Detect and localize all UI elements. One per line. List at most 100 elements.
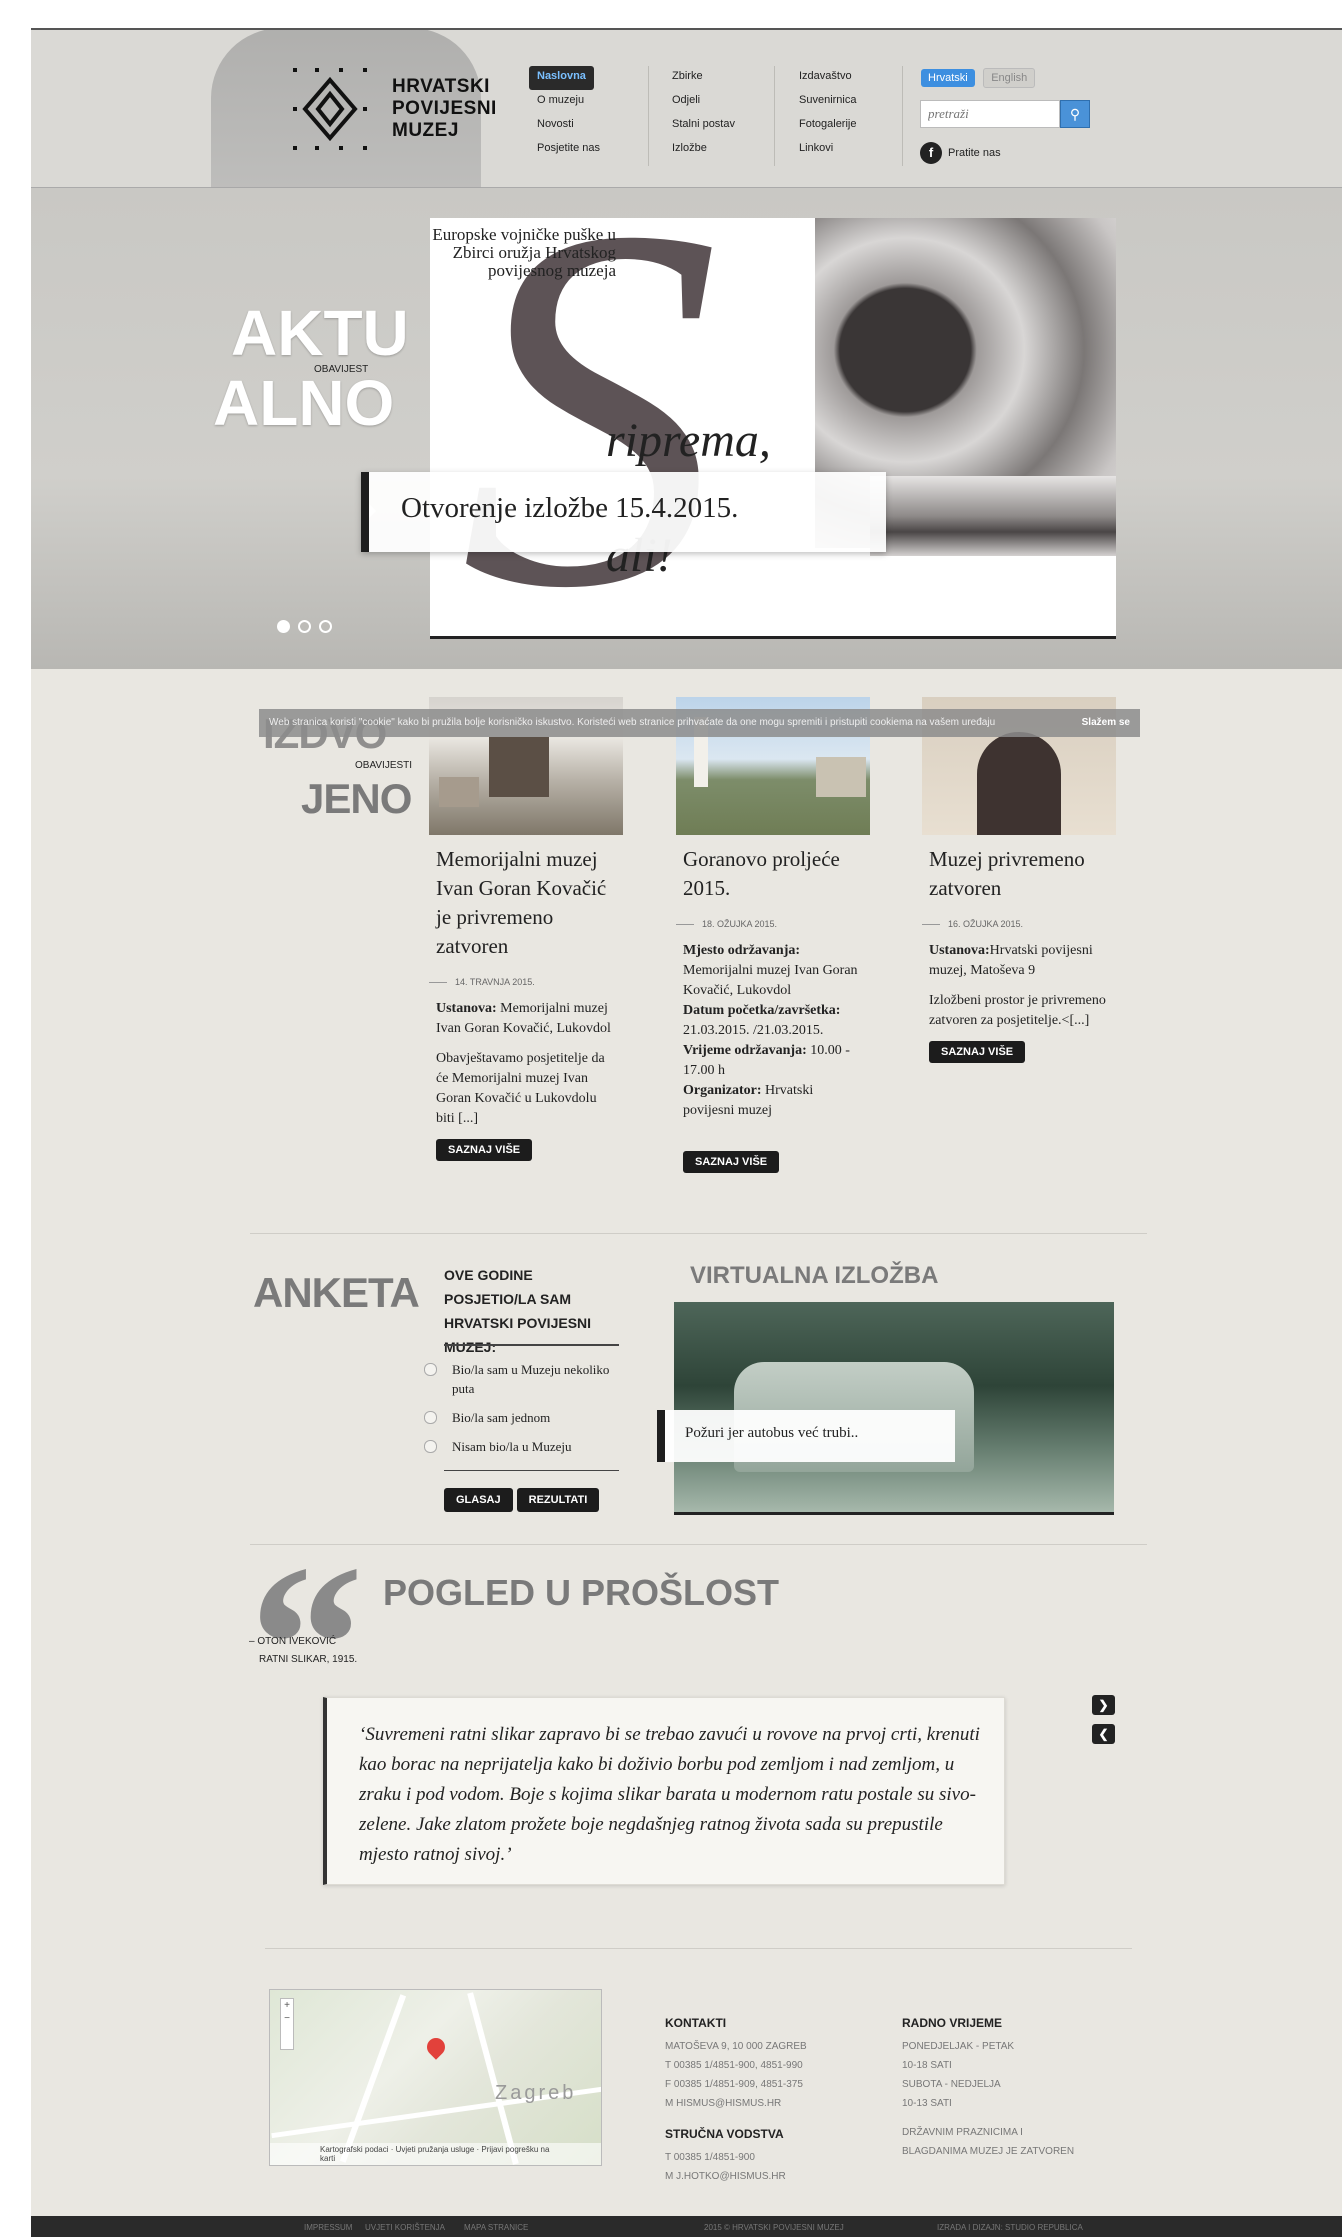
rifle-barrel-image-2 [870,476,1116,556]
logo-line-2: POVIJESNI [392,98,497,119]
follow-link[interactable]: f Pratite nas [920,142,1001,164]
nav-izdavastvo[interactable]: Izdavaštvo [791,66,864,90]
guided-tours-title: STRUČNA VODSTVA [665,2127,784,2141]
read-more-button[interactable]: SAZNAJ VIŠE [929,1041,1026,1063]
poll-buttons: GLASAJ REZULTATI [444,1488,603,1512]
aktualno-sub: OBAVIJEST [314,364,369,375]
holiday-note: DRŽAVNIM PRAZNICIMA I [902,2127,1023,2138]
lang-english-button[interactable]: English [983,68,1036,88]
hero-caption[interactable]: Otvorenje izložbe 15.4.2015. [361,472,886,552]
news-card-field: Mjesto održavanja: Memorijalni muzej Iva… [676,941,871,1001]
author-role: RATNI SLIKAR, 1915. [259,1654,358,1665]
nav-column-1: Naslovna O muzeju Novosti Posjetite nas [529,66,608,162]
site-logo[interactable]: HRVATSKI POVIJESNI MUZEJ [291,66,531,156]
virtual-exhibition-caption[interactable]: Požuri jer autobus već trubi.. [657,1410,955,1462]
author-name: – OTON IVEKOVIĆ [249,1636,337,1647]
divider [265,1948,1132,1949]
nav-divider [774,66,775,166]
location-map[interactable]: + − Zagreb Kartografski podaci · Uvjeti p… [269,1989,602,2166]
vote-button[interactable]: GLASAJ [444,1488,513,1512]
cookie-bar: Web stranica koristi "cookie" kako bi pr… [259,709,1140,737]
site-header: HRVATSKI POVIJESNI MUZEJ Naslovna O muze… [31,30,1342,668]
logo-line-3: MUZEJ [392,120,459,141]
contact-email[interactable]: M J.HOTKO@HISMUS.HR [665,2167,807,2186]
cookie-accept-button[interactable]: Slažem se [1082,709,1130,737]
map-pin-icon[interactable] [423,2034,449,2060]
divider [250,1233,1147,1234]
nav-posjetite-nas[interactable]: Posjetite nas [529,138,608,162]
footer-contacts: KONTAKTI MATOŠEVA 9, 10 000 ZAGREB T 003… [665,2014,807,2186]
logo-mark-icon [293,68,367,150]
design-credit[interactable]: IZRADA I DIZAJN: STUDIO REPUBLICA [937,2216,1083,2237]
contact-line: F 00385 1/4851-909, 4851-375 [665,2079,803,2090]
nav-odjeli[interactable]: Odjeli [664,90,743,114]
nav-novosti[interactable]: Novosti [529,114,608,138]
field-label: Vrijeme održavanja: [683,1043,807,1058]
contacts-title: KONTAKTI [665,2016,727,2030]
lang-hrvatski-button[interactable]: Hrvatski [921,69,975,87]
poll-option[interactable]: Bio/la sam jednom [424,1408,622,1427]
nav-stalni-postav[interactable]: Stalni postav [664,114,743,138]
impressum-link[interactable]: IMPRESSUM [304,2216,352,2237]
nav-fotogalerije[interactable]: Fotogalerije [791,114,864,138]
news-card: Muzej privremeno zatvoren 16. OŽUJKA 201… [922,697,1117,1063]
terms-link[interactable]: UVJETI KORIŠTENJA [365,2216,445,2237]
logo-line-1: HRVATSKI [392,76,490,97]
logo-text: HRVATSKI POVIJESNI MUZEJ [392,76,497,142]
nav-divider [902,66,903,166]
next-quote-button[interactable]: ❯ [1092,1695,1115,1715]
read-more-button[interactable]: SAZNAJ VIŠE [683,1151,780,1173]
virtual-exhibition-image[interactable] [674,1302,1114,1515]
field-label: Ustanova: [929,943,990,958]
slider-dot[interactable] [319,620,332,633]
nav-suvenirnica[interactable]: Suvenirnica [791,90,864,114]
poll-option[interactable]: Bio/la sam u Muzeju nekoliko puta [424,1360,622,1398]
news-card-field: Datum početka/završetka: 21.03.2015. /21… [676,1001,871,1041]
slider-dot[interactable] [298,620,311,633]
field-value: 21.03.2015. /21.03.2015. [683,1023,824,1038]
nav-o-muzeju[interactable]: O muzeju [529,90,608,114]
prev-quote-button[interactable]: ❮ [1092,1724,1115,1744]
contact-email[interactable]: M HISMUS@HISMUS.HR [665,2094,807,2113]
aktualno-line-1: AKTU [231,297,409,369]
hours-line: PONEDJELJAK - PETAK [902,2041,1015,2052]
bottom-bar: IMPRESSUM UVJETI KORIŠTENJA MAPA STRANIC… [31,2216,1342,2237]
divider [250,1544,1147,1545]
sitemap-link[interactable]: MAPA STRANICE [464,2216,528,2237]
field-label: Organizator: [683,1083,762,1098]
poll-option[interactable]: Nisam bio/la u Muzeju [424,1437,622,1456]
footer-hours: RADNO VRIJEME PONEDJELJAK - PETAK 10-18 … [902,2014,1074,2161]
nav-divider [648,66,649,166]
izdvojeno-heading-2: JENO [301,775,412,822]
poll-rule [444,1344,619,1346]
cookie-text: Web stranica koristi "cookie" kako bi pr… [269,717,996,728]
hero-section: AKTU ALNO OBAVIJEST S Europske vojničke … [31,188,1342,669]
facebook-icon: f [920,142,942,164]
news-card-date: 14. TRAVNJA 2015. [429,977,624,987]
slider-dot[interactable] [277,620,290,633]
nav-naslovna[interactable]: Naslovna [529,66,594,90]
search-input[interactable] [920,100,1060,128]
news-card-title[interactable]: Memorijalni muzej Ivan Goran Kovačić je … [429,845,624,961]
news-card-title[interactable]: Muzej privremeno zatvoren [922,845,1117,903]
contact-line: MATOŠEVA 9, 10 000 ZAGREB [665,2041,807,2052]
read-more-button[interactable]: SAZNAJ VIŠE [436,1139,533,1161]
contact-line: T 00385 1/4851-900 [665,2152,755,2163]
poll-options: Bio/la sam u Muzeju nekoliko puta Bio/la… [424,1360,622,1466]
anketa-heading: ANKETA [253,1269,420,1316]
search-button[interactable]: ⚲ [1060,100,1090,128]
hero-slide[interactable]: S Europske vojničke puške u Zbirci oružj… [430,218,1116,639]
results-button[interactable]: REZULTATI [516,1488,600,1512]
nav-zbirke[interactable]: Zbirke [664,66,743,90]
nav-izlozbe[interactable]: Izložbe [664,138,743,162]
poll-rule [444,1470,619,1471]
news-card-title[interactable]: Goranovo proljeće 2015. [676,845,871,903]
news-card-excerpt: Izložbeni prostor je privremeno zatvoren… [929,993,1106,1028]
nav-linkovi[interactable]: Linkovi [791,138,864,162]
field-label: Mjesto održavanja: [683,943,801,958]
map-credits[interactable]: Kartografski podaci · Uvjeti pružanja us… [270,2143,601,2165]
slider-dots [277,620,340,638]
news-card-date: 18. OŽUJKA 2015. [676,919,871,929]
map-zoom-controls[interactable]: + − [280,1998,294,2050]
quote-text: ‘Suvremeni ratni slikar zapravo bi se tr… [359,1724,980,1865]
